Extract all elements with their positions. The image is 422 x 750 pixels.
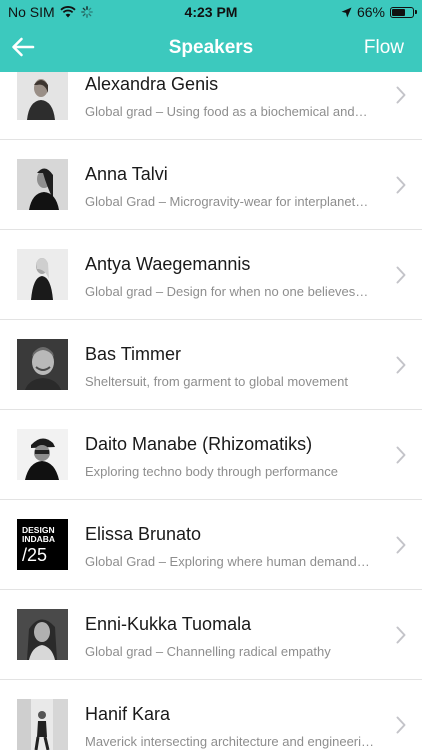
speaker-talk: Maverick intersecting architecture and e… [85, 734, 375, 749]
speaker-name: Hanif Kara [85, 704, 171, 724]
avatar [17, 699, 68, 750]
avatar [17, 72, 68, 120]
chevron-right-icon [396, 626, 406, 644]
chevron-right-icon [396, 176, 406, 194]
speaker-talk: Global Grad – Exploring where human dema… [85, 554, 370, 569]
speaker-row-antya-waegemannis[interactable]: Antya Waegemannis Global grad – Design f… [0, 230, 422, 320]
nav-bar: Speakers Flow [0, 24, 422, 72]
speaker-row-anna-talvi[interactable]: Anna Talvi Global Grad – Microgravity-we… [0, 140, 422, 230]
chevron-right-icon [396, 716, 406, 734]
speaker-row-enni-kukka-tuomala[interactable]: Enni-Kukka Tuomala Global grad – Channel… [0, 590, 422, 680]
battery-icon [390, 6, 417, 18]
speaker-talk: Global Grad – Microgravity-wear for inte… [85, 194, 369, 209]
speaker-name: Elissa Brunato [85, 524, 202, 544]
avatar [17, 429, 68, 480]
battery-level [392, 8, 405, 16]
battery-cap [415, 10, 417, 14]
speaker-list-content: Alexandra Genis Global grad – Using food… [0, 72, 422, 750]
flow-link[interactable]: Flow [364, 37, 404, 59]
speaker-talk: Sheltersuit, from garment to global move… [85, 374, 349, 389]
speakers-screen: No SIM 4:23 PM 66% Speakers Flow Alexand… [0, 0, 422, 750]
speaker-row-alexandra-genis[interactable]: Alexandra Genis Global grad – Using food… [0, 72, 422, 140]
battery-percent: 66% [356, 4, 385, 20]
speaker-talk: Exploring techno body through performanc… [85, 464, 338, 479]
speaker-talk: Global grad – Design for when no one bel… [85, 284, 369, 299]
chevron-right-icon [396, 266, 406, 284]
speaker-name: Enni-Kukka Tuomala [85, 614, 252, 634]
arrow-left-icon [12, 37, 35, 57]
speaker-row-hanif-kara[interactable]: Hanif Kara Maverick intersecting archite… [0, 680, 422, 750]
speaker-list[interactable]: Alexandra Genis Global grad – Using food… [0, 72, 422, 750]
avatar [17, 339, 68, 390]
speaker-row-elissa-brunato[interactable]: DESIGN INDABA /25 Elissa Brunato Global … [0, 500, 422, 590]
avatar [17, 609, 68, 660]
chevron-right-icon [396, 86, 406, 104]
speaker-row-bas-timmer[interactable]: Bas Timmer Sheltersuit, from garment to … [0, 320, 422, 410]
logo-line-3: /25 [22, 545, 47, 565]
chevron-right-icon [396, 536, 406, 554]
header: No SIM 4:23 PM 66% Speakers Flow [0, 0, 422, 72]
location-arrow-icon [341, 7, 352, 17]
logo-line-2: INDABA [22, 534, 55, 544]
avatar [17, 249, 68, 300]
speaker-name: Alexandra Genis [85, 74, 219, 94]
speaker-talk: Global grad – Using food as a biochemica… [85, 104, 368, 119]
chevron-right-icon [396, 356, 406, 374]
speaker-name: Daito Manabe (Rhizomatiks) [85, 434, 313, 454]
speaker-name: Anna Talvi [85, 164, 168, 184]
speaker-talk: Global grad – Channelling radical empath… [85, 644, 331, 659]
speaker-row-daito-manabe[interactable]: Daito Manabe (Rhizomatiks) Exploring tec… [0, 410, 422, 500]
design-indaba-logo: DESIGN INDABA /25 [17, 519, 68, 570]
speaker-name: Bas Timmer [85, 344, 182, 364]
back-button[interactable] [8, 32, 38, 62]
chevron-right-icon [396, 446, 406, 464]
avatar [17, 159, 68, 210]
status-right: 66% [341, 4, 417, 20]
speaker-name: Antya Waegemannis [85, 254, 251, 274]
status-bar: No SIM 4:23 PM 66% [0, 0, 422, 24]
page-title: Speakers [168, 37, 254, 58]
